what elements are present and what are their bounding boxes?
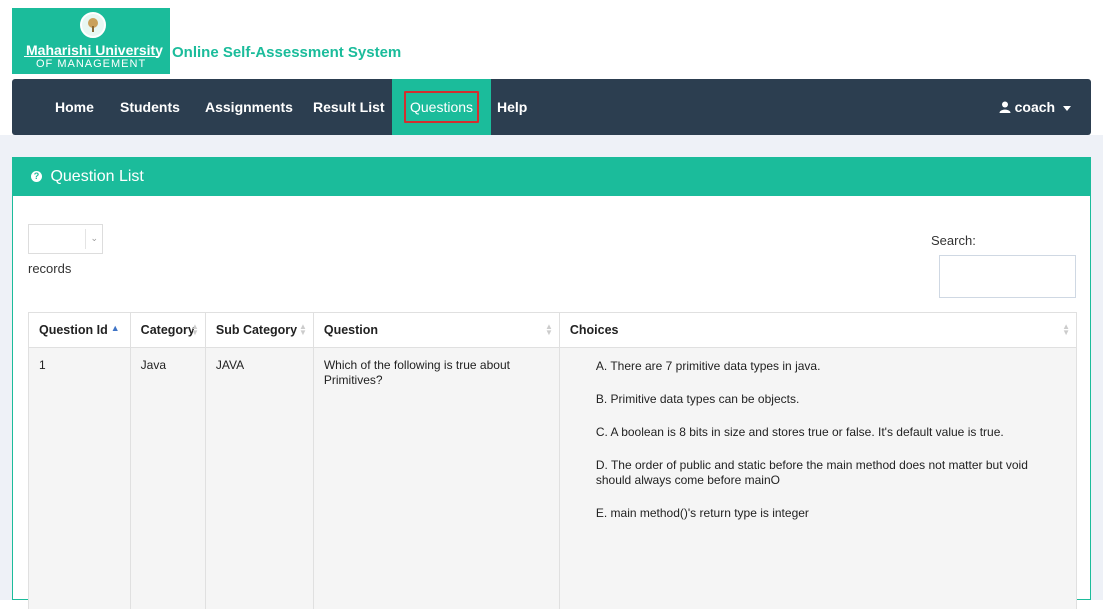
tree-icon xyxy=(80,12,106,38)
nav-item-assignments[interactable]: Assignments xyxy=(205,79,293,135)
select-divider xyxy=(85,229,86,249)
choice-e: E. main method()'s return type is intege… xyxy=(596,506,1066,521)
panel-title: Question List xyxy=(50,168,143,185)
chevron-down-icon: ⌄ xyxy=(90,233,98,244)
table-row[interactable]: 1 Java JAVA Which of the following is tr… xyxy=(29,348,1077,609)
choice-b: B. Primitive data types can be objects. xyxy=(596,392,1066,407)
sort-ascending-icon: ▲ xyxy=(111,323,120,333)
main-navbar: Home Students Assignments Result List Qu… xyxy=(12,79,1091,135)
sort-icon: ▲▼ xyxy=(191,324,199,336)
nav-item-questions[interactable]: Questions xyxy=(392,79,491,135)
records-label: records xyxy=(28,261,71,276)
cell-choices: A. There are 7 primitive data types in j… xyxy=(559,348,1076,609)
records-per-page-select[interactable]: ⌄ xyxy=(28,224,103,254)
choice-d: D. The order of public and static before… xyxy=(596,458,1046,488)
column-header-question[interactable]: Question ▲▼ xyxy=(313,313,559,348)
search-label: Search: xyxy=(931,233,976,248)
university-logo[interactable]: Maharishi University OF MANAGEMENT xyxy=(12,8,170,74)
user-name: coach xyxy=(1015,99,1055,115)
cell-sub-category: JAVA xyxy=(205,348,313,609)
table-header-row: Question Id▲ Category ▲▼ Sub Category ▲▼… xyxy=(29,313,1077,348)
panel-heading: ? Question List xyxy=(13,158,1090,196)
caret-down-icon xyxy=(1063,106,1071,111)
header: Maharishi University OF MANAGEMENT Onlin… xyxy=(0,0,1103,78)
search-input[interactable] xyxy=(939,255,1076,298)
question-circle-icon: ? xyxy=(31,171,42,182)
column-header-label: Sub Category xyxy=(216,323,297,337)
column-header-choices[interactable]: Choices ▲▼ xyxy=(559,313,1076,348)
cell-question: Which of the following is true about Pri… xyxy=(313,348,559,609)
sort-icon: ▲▼ xyxy=(545,324,553,336)
nav-item-help[interactable]: Help xyxy=(497,79,527,135)
choice-c: C. A boolean is 8 bits in size and store… xyxy=(596,425,1066,440)
column-header-label: Category xyxy=(141,323,195,337)
user-menu[interactable]: coach xyxy=(999,79,1071,135)
sort-icon: ▲▼ xyxy=(1062,324,1070,336)
nav-item-result-list[interactable]: Result List xyxy=(313,79,385,135)
question-list-panel: ? Question List ⌄ records Search: Questi… xyxy=(12,157,1091,600)
column-header-label: Question Id xyxy=(39,323,108,337)
choice-a: A. There are 7 primitive data types in j… xyxy=(596,359,1066,374)
column-header-sub-category[interactable]: Sub Category ▲▼ xyxy=(205,313,313,348)
nav-item-home[interactable]: Home xyxy=(55,79,94,135)
cell-question-id: 1 xyxy=(29,348,131,609)
user-icon xyxy=(999,99,1015,115)
column-header-label: Choices xyxy=(570,323,619,337)
sort-icon: ▲▼ xyxy=(299,324,307,336)
choice-list: A. There are 7 primitive data types in j… xyxy=(570,359,1066,521)
questions-table: Question Id▲ Category ▲▼ Sub Category ▲▼… xyxy=(28,312,1077,609)
nav-item-students[interactable]: Students xyxy=(120,79,180,135)
cell-category: Java xyxy=(130,348,205,609)
app-title: Online Self-Assessment System xyxy=(172,44,401,61)
column-header-category[interactable]: Category ▲▼ xyxy=(130,313,205,348)
logo-divider xyxy=(24,56,158,57)
logo-university-subtitle: OF MANAGEMENT xyxy=(36,58,146,70)
column-header-label: Question xyxy=(324,323,378,337)
nav-item-questions-label: Questions xyxy=(404,91,479,123)
column-header-question-id[interactable]: Question Id▲ xyxy=(29,313,131,348)
